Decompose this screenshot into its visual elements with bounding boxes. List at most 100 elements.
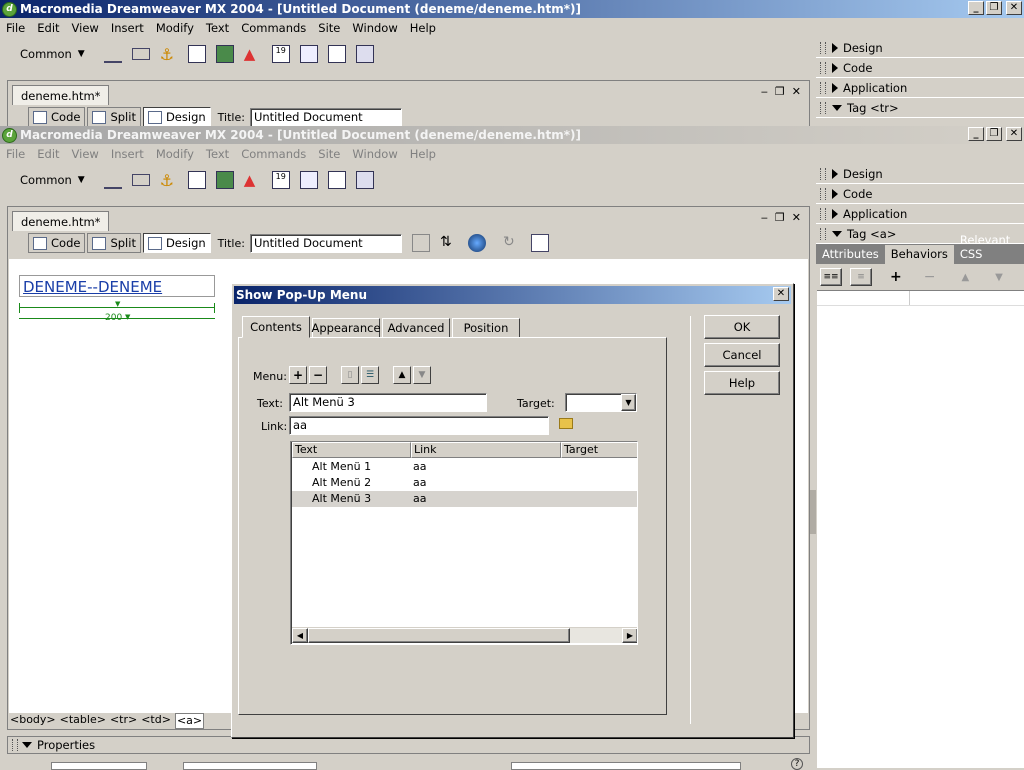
comment-icon[interactable] (299, 45, 318, 63)
back-menu-file[interactable]: File (0, 21, 31, 35)
back-panel-tag[interactable]: Tag <tr> (816, 98, 1024, 118)
back-menu-window[interactable]: Window (346, 21, 403, 35)
scrollbar-thumb[interactable] (308, 628, 570, 643)
folder-icon[interactable] (559, 418, 573, 429)
tab-appearance[interactable]: Appearance (311, 318, 381, 338)
tab-advanced[interactable]: Advanced (382, 318, 450, 338)
properties-panel-bar[interactable]: Properties (7, 736, 810, 754)
tab-position[interactable]: Position (452, 318, 520, 338)
back-menu-modify[interactable]: Modify (150, 21, 200, 35)
column-header-text[interactable]: Text (292, 442, 411, 458)
comment-icon[interactable] (299, 171, 318, 189)
named-anchor-icon[interactable]: ⚓ (160, 171, 178, 190)
show-all-events-icon[interactable]: ≡ (850, 268, 872, 286)
file-management-icon[interactable]: ⇅ (440, 234, 458, 252)
back-doc-window-controls[interactable]: ‒ ❐ ✕ (761, 85, 801, 98)
refresh-icon[interactable]: ↻ (503, 234, 521, 252)
panel-splitter[interactable] (810, 490, 816, 534)
back-panel-application[interactable]: Application (816, 78, 1024, 98)
preview-browser-icon[interactable] (467, 234, 486, 252)
validate-icon[interactable] (411, 234, 430, 252)
templates-icon[interactable] (327, 171, 346, 189)
back-window-titlebar[interactable]: d Macromedia Dreamweaver MX 2004 - [Unti… (0, 0, 1024, 18)
target-select[interactable]: ▼ (565, 393, 637, 412)
insert-category-select[interactable]: Common (20, 47, 72, 61)
date-icon[interactable]: 19 (271, 45, 290, 63)
dialog-titlebar[interactable]: Show Pop-Up Menu (234, 286, 791, 304)
remove-behavior-icon[interactable]: − (924, 269, 936, 285)
design-view-button[interactable]: Design (142, 233, 211, 253)
back-menu-help[interactable]: Help (404, 21, 442, 35)
restore-icon[interactable]: ❐ (986, 127, 1002, 141)
menu-items-grid[interactable]: Text Link Target Alt Menü 1 aa Alt Menü 2 a… (290, 441, 638, 645)
view-options-icon[interactable] (530, 234, 549, 252)
link-input[interactable]: aa (289, 416, 549, 435)
help-icon[interactable]: ? (791, 758, 803, 770)
tag-selector-item[interactable]: <td> (141, 713, 171, 729)
show-set-events-icon[interactable]: ≡≡ (820, 268, 842, 286)
front-menu-file[interactable]: File (0, 147, 31, 161)
text-input[interactable]: Alt Menü 3 (289, 393, 487, 412)
tab-relevant-css[interactable]: Relevant CSS (954, 233, 1024, 264)
back-split-view-button[interactable]: Split (87, 107, 141, 127)
move-down-icon[interactable]: ▼ (995, 272, 1003, 283)
canvas-link[interactable]: DENEME--DENEME (23, 278, 162, 296)
back-doc-tab[interactable]: deneme.htm* (12, 85, 110, 105)
column-header-link[interactable]: Link (411, 442, 561, 458)
panel-code[interactable]: Code (816, 184, 1024, 204)
back-menu-site[interactable]: Site (312, 21, 346, 35)
tag-selector-item[interactable]: <table> (60, 713, 106, 729)
tag-selector-item[interactable]: <tr> (110, 713, 137, 729)
remove-item-button[interactable]: − (309, 366, 327, 384)
front-menu-help[interactable]: Help (404, 147, 442, 161)
tag-chooser-icon[interactable] (355, 45, 374, 63)
media-icon[interactable]: ▲ (244, 171, 262, 189)
cancel-button[interactable]: Cancel (704, 343, 780, 367)
back-design-view-button[interactable]: Design (142, 107, 211, 127)
doc-window-controls[interactable]: ‒ ❐ ✕ (761, 211, 801, 224)
column-header-target[interactable]: Target (561, 442, 637, 458)
back-panel-code[interactable]: Code (816, 58, 1024, 78)
image-icon[interactable] (215, 171, 234, 189)
restore-icon[interactable]: ❐ (986, 1, 1002, 15)
front-menu-modify[interactable]: Modify (150, 147, 200, 161)
tag-selector-item[interactable]: <body> (10, 713, 56, 729)
add-behavior-icon[interactable]: + (890, 269, 902, 285)
image-icon[interactable] (215, 45, 234, 63)
date-icon[interactable]: 19 (271, 171, 290, 189)
ok-button[interactable]: OK (704, 315, 780, 339)
email-link-icon[interactable] (131, 174, 150, 186)
move-item-down-button[interactable]: ▼ (413, 366, 431, 384)
back-code-view-button[interactable]: Code (28, 107, 86, 127)
front-menu-text[interactable]: Text (200, 147, 235, 161)
tab-behaviors[interactable]: Behaviors (884, 245, 954, 264)
behaviors-list[interactable] (817, 290, 1024, 768)
chevron-down-icon[interactable]: ▼ (78, 49, 85, 59)
move-item-up-button[interactable]: ▲ (393, 366, 411, 384)
hyperlink-icon[interactable] (103, 45, 122, 63)
email-link-icon[interactable] (131, 48, 150, 60)
outdent-item-button[interactable]: ▯ (341, 366, 359, 384)
code-view-button[interactable]: Code (28, 233, 86, 253)
table-row[interactable]: Alt Menü 1 aa (292, 459, 637, 475)
close-icon[interactable]: ✕ (1006, 1, 1022, 15)
back-menu-edit[interactable]: Edit (31, 21, 65, 35)
front-menu-insert[interactable]: Insert (105, 147, 150, 161)
table-row[interactable]: Alt Menü 2 aa (292, 475, 637, 491)
insert-category-select[interactable]: Common (20, 173, 72, 187)
table-row[interactable]: Alt Menü 3 aa (292, 491, 637, 507)
scroll-left-icon[interactable]: ◀ (292, 628, 308, 643)
table-icon[interactable] (187, 45, 206, 63)
collapse-icon[interactable] (22, 742, 32, 748)
front-window-titlebar[interactable]: d Macromedia Dreamweaver MX 2004 - [Unti… (0, 126, 1024, 144)
media-icon[interactable]: ▲ (244, 45, 262, 63)
dialog-close-icon[interactable]: ✕ (773, 287, 789, 301)
tag-selector-item[interactable]: <a> (174, 713, 205, 729)
tag-chooser-icon[interactable] (355, 171, 374, 189)
tab-attributes[interactable]: Attributes (816, 247, 885, 264)
minimize-icon[interactable]: _ (968, 127, 984, 141)
move-up-icon[interactable]: ▲ (961, 272, 969, 283)
back-title-input[interactable]: Untitled Document (249, 107, 402, 127)
title-input[interactable]: Untitled Document (249, 233, 402, 253)
back-menu-insert[interactable]: Insert (105, 21, 150, 35)
